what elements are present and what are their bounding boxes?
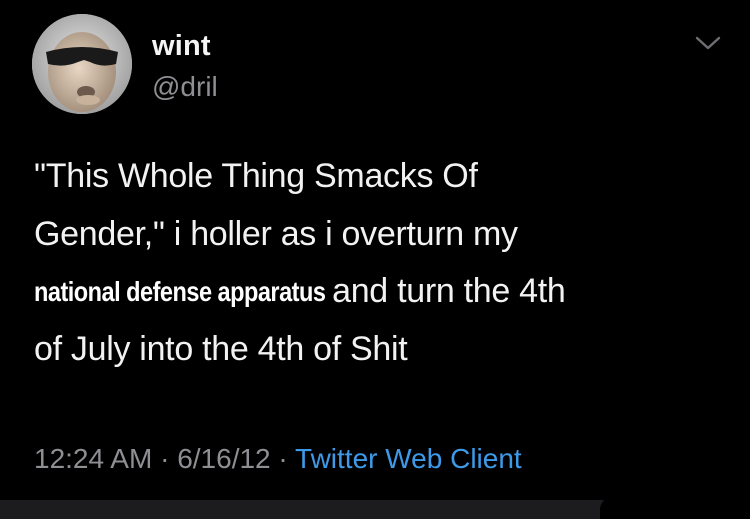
tweet-text-line: Gender," i holler as i overturn my xyxy=(34,214,518,253)
user-handle[interactable]: @dril xyxy=(152,70,218,104)
tweet-text: "This Whole Thing Smacks Of Gender," i h… xyxy=(34,148,734,378)
avatar[interactable] xyxy=(32,14,132,114)
tweet-meta: 12:24 AM · 6/16/12 · Twitter Web Client xyxy=(34,441,522,477)
overlay-caption: national defense apparatus xyxy=(34,276,326,307)
bottom-bar-edge xyxy=(600,496,750,519)
client-link[interactable]: Twitter Web Client xyxy=(295,443,522,474)
tweet-date[interactable]: 6/16/12 xyxy=(177,443,270,474)
tweet-text-line: of July into the 4th of Shit xyxy=(34,329,408,368)
tweet-text-line: national defense apparatus and turn the … xyxy=(34,263,734,321)
meta-separator: · xyxy=(160,443,170,474)
tweet-card: wint @dril "This Whole Thing Smacks Of G… xyxy=(0,0,750,519)
bottom-divider-bar xyxy=(0,500,610,519)
tweet-text-fragment: and turn the 4th xyxy=(332,272,566,310)
meta-separator: · xyxy=(278,443,288,474)
timestamp[interactable]: 12:24 AM xyxy=(34,443,152,474)
display-name[interactable]: wint xyxy=(152,28,211,64)
chevron-down-icon[interactable] xyxy=(694,33,722,53)
tweet-text-line: "This Whole Thing Smacks Of xyxy=(34,157,478,195)
avatar-sunglasses-photo-icon xyxy=(32,14,132,114)
